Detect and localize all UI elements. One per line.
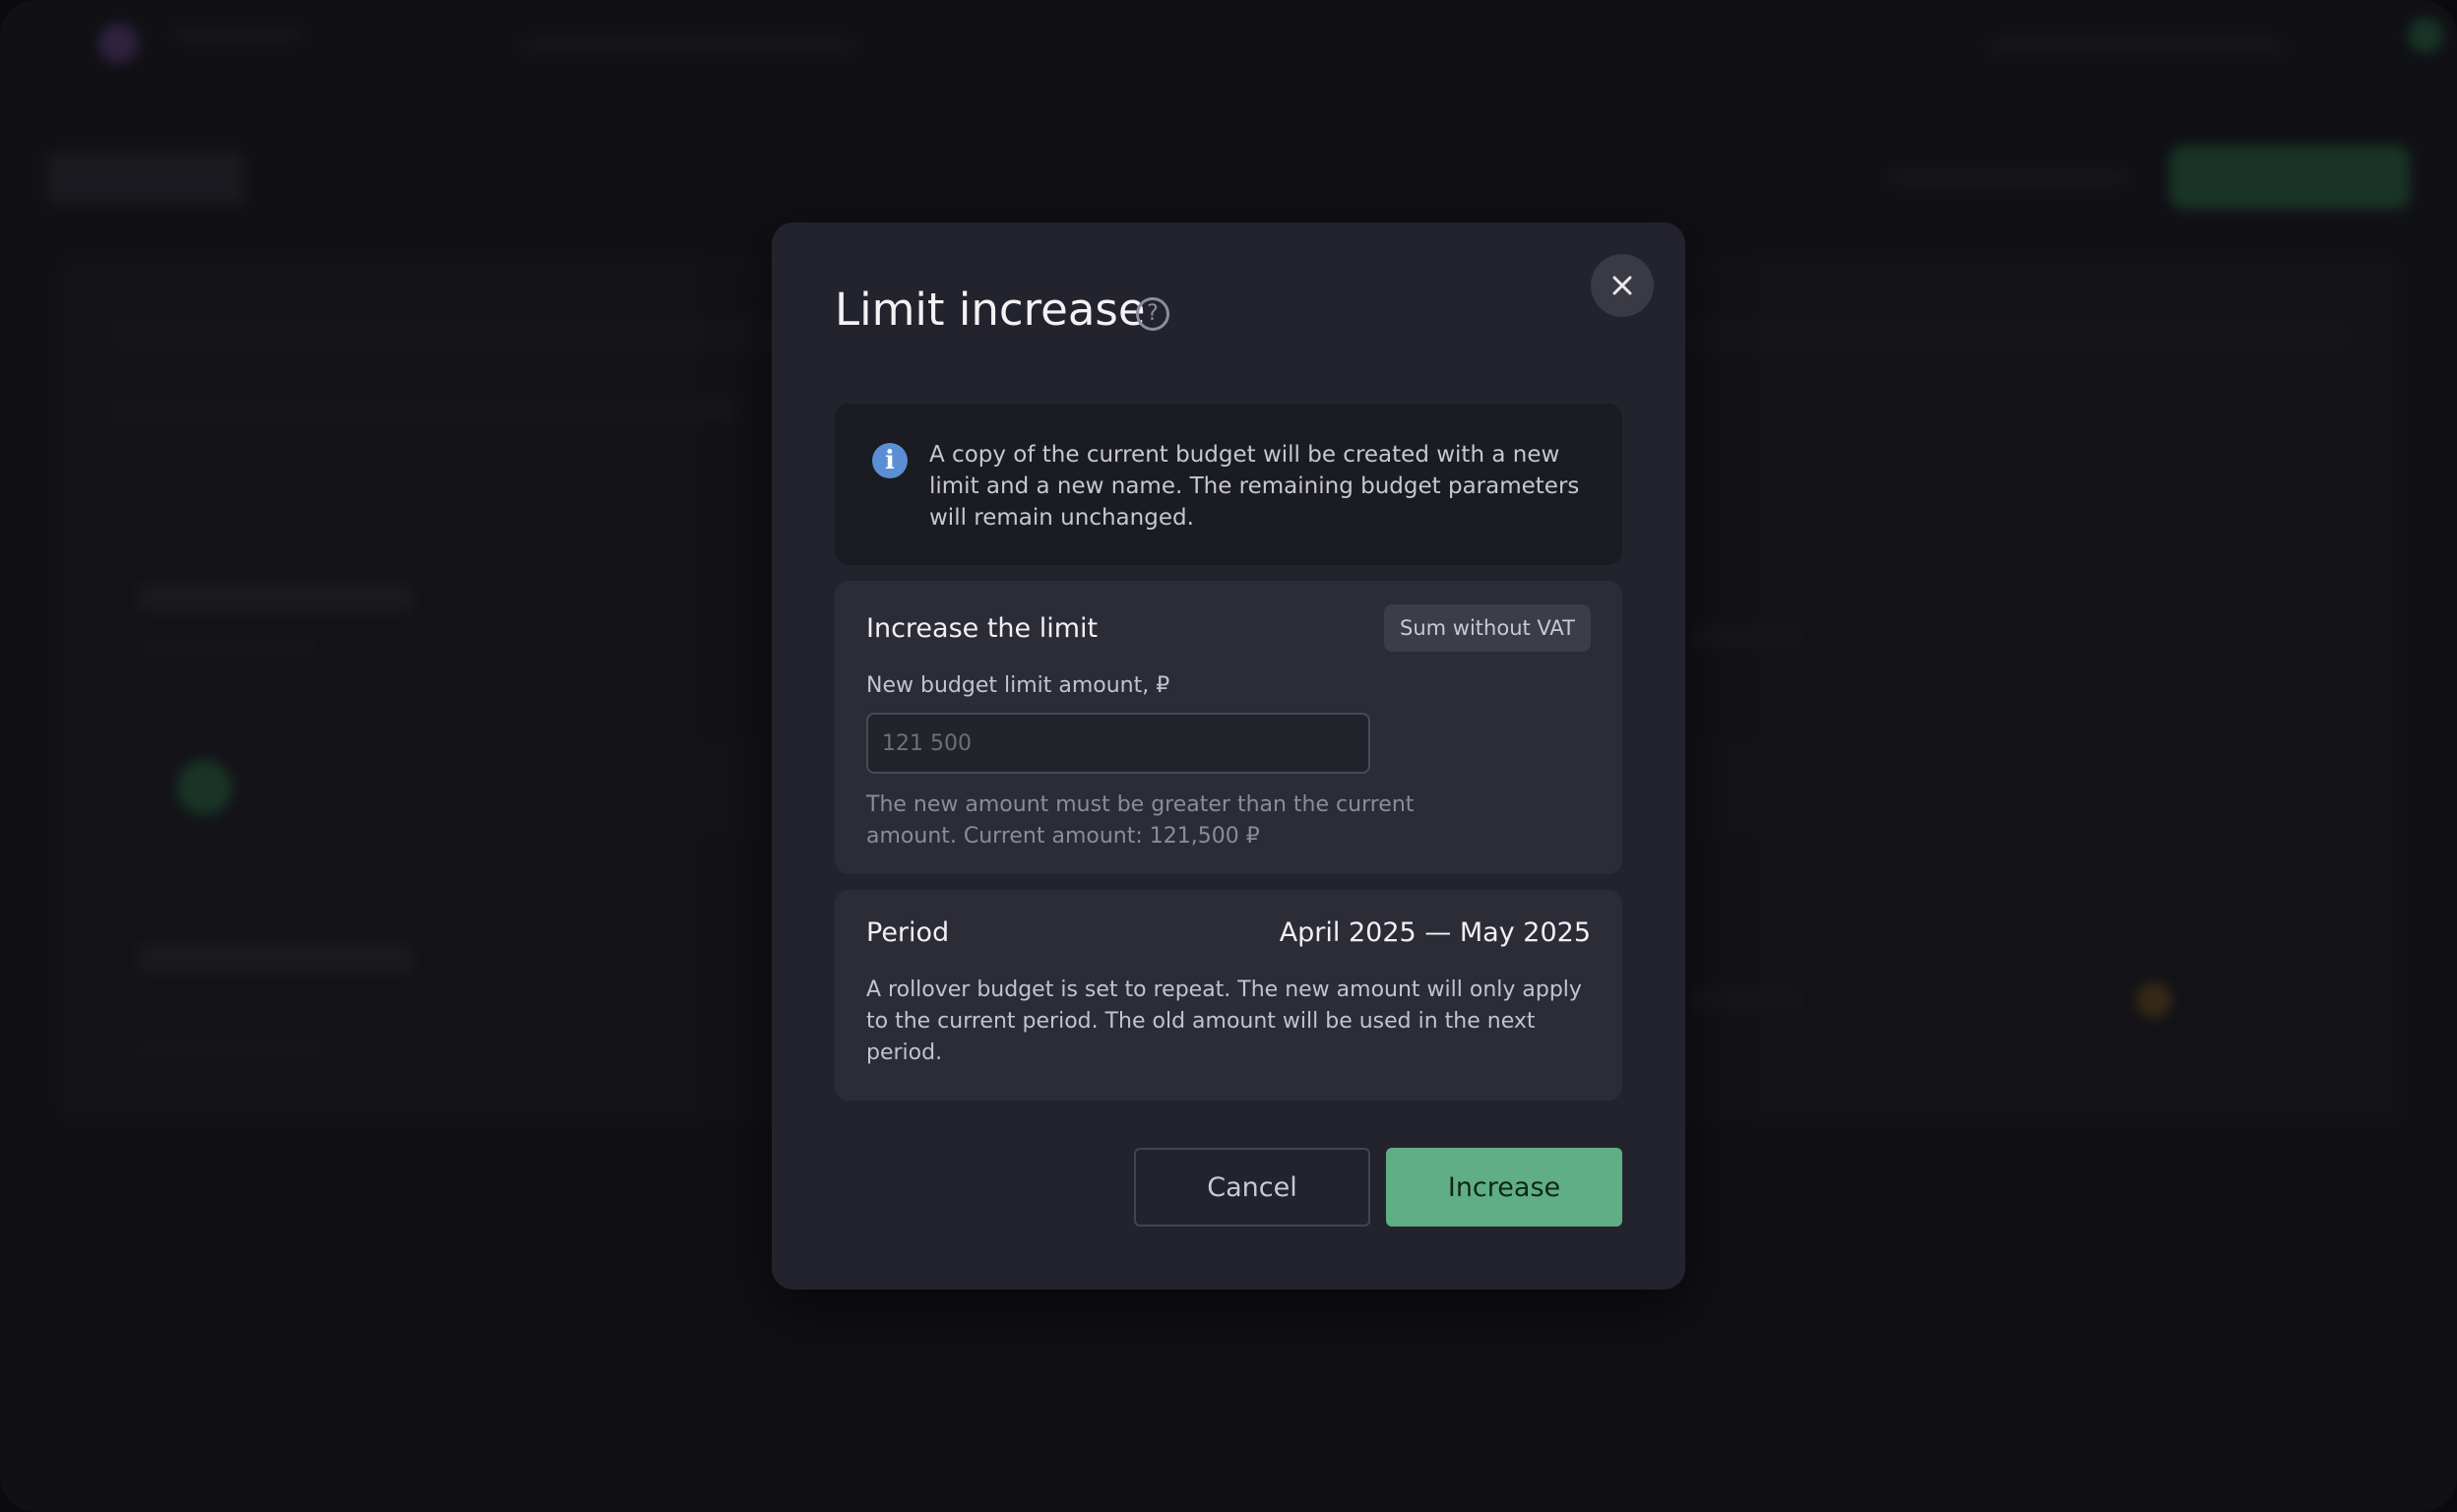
info-text: A copy of the current budget will be cre… xyxy=(929,442,1580,531)
increase-button[interactable]: Increase xyxy=(1386,1148,1622,1227)
info-icon: i xyxy=(872,443,908,478)
period-range: April 2025 — May 2025 xyxy=(1279,917,1591,948)
increase-limit-section: Increase the limit Sum without VAT New b… xyxy=(835,581,1622,874)
app-screen: Limit increase ? i A copy of the current… xyxy=(0,0,2457,1512)
question-circle-icon[interactable]: ? xyxy=(1136,297,1169,331)
period-section: Period April 2025 — May 2025 A rollover … xyxy=(835,890,1622,1101)
period-heading: Period xyxy=(866,917,950,948)
dialog-title: Limit increase xyxy=(835,284,1146,336)
close-button[interactable] xyxy=(1591,254,1654,317)
period-description: A rollover budget is set to repeat. The … xyxy=(866,977,1582,1065)
close-icon xyxy=(1612,276,1632,295)
new-limit-amount-input[interactable] xyxy=(866,713,1370,774)
vat-badge: Sum without VAT xyxy=(1384,604,1591,652)
section-heading: Increase the limit xyxy=(866,613,1099,644)
info-notice: i A copy of the current budget will be c… xyxy=(835,404,1622,565)
amount-field-label: New budget limit amount, ₽ xyxy=(866,673,1170,698)
cancel-button[interactable]: Cancel xyxy=(1134,1148,1370,1227)
limit-increase-dialog: Limit increase ? i A copy of the current… xyxy=(772,222,1685,1290)
amount-hint: The new amount must be greater than the … xyxy=(866,792,1415,849)
